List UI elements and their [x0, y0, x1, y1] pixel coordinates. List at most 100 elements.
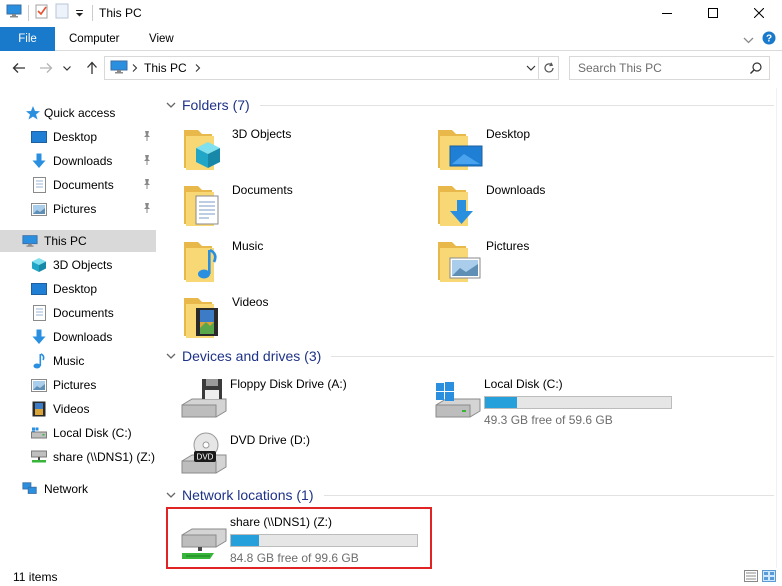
nav-documents[interactable]: Documents	[0, 302, 156, 324]
window-title: This PC	[99, 5, 142, 20]
pin-icon[interactable]	[142, 202, 152, 217]
group-title: Devices and drives (3)	[182, 348, 322, 364]
new-folder-icon[interactable]	[55, 3, 69, 22]
star-icon	[25, 105, 41, 121]
nav-quick-downloads[interactable]: Downloads	[0, 150, 156, 172]
group-divider	[259, 104, 774, 106]
drive-name: Local Disk (C:)	[484, 377, 563, 391]
close-button[interactable]	[736, 0, 782, 25]
pin-icon[interactable]	[142, 154, 152, 169]
collapse-chevron-icon[interactable]	[166, 102, 176, 109]
collapse-chevron-icon[interactable]	[166, 492, 176, 499]
search-box[interactable]	[569, 56, 770, 80]
minimize-button[interactable]	[644, 0, 690, 25]
content-right-border	[776, 88, 777, 568]
nav-share-z[interactable]: share (\\DNS1) (Z:)	[0, 446, 156, 468]
pin-icon[interactable]	[142, 130, 152, 145]
drive-floppy-a[interactable]: Floppy Disk Drive (A:)	[180, 375, 430, 427]
address-dropdown-icon[interactable]	[526, 61, 536, 75]
group-divider	[331, 355, 774, 357]
nav-label: Documents	[53, 306, 114, 320]
nav-label: Local Disk (C:)	[53, 426, 132, 440]
search-icon[interactable]	[749, 61, 763, 78]
recent-locations-button[interactable]	[61, 59, 73, 77]
folder-music-icon	[184, 242, 217, 282]
nav-label: Quick access	[44, 106, 116, 120]
folder-music[interactable]: Music	[182, 236, 432, 288]
file-explorer-window: This PC File Computer View ? This PC Sea…	[0, 0, 782, 586]
drive-icon	[31, 425, 47, 441]
breadcrumb-separator-icon[interactable]	[132, 61, 138, 75]
folder-downloads-icon	[438, 186, 473, 226]
nav-desktop[interactable]: Desktop	[0, 278, 156, 300]
tab-computer[interactable]: Computer	[69, 27, 120, 51]
pin-icon[interactable]	[142, 178, 152, 193]
status-bar: 11 items	[0, 568, 782, 586]
picture-icon	[31, 201, 47, 217]
nav-network[interactable]: Network	[0, 478, 156, 500]
folder-downloads[interactable]: Downloads	[436, 180, 686, 232]
nav-label: Pictures	[53, 202, 97, 216]
breadcrumb-this-pc[interactable]: This PC	[144, 61, 187, 75]
folder-desktop[interactable]: Desktop	[436, 124, 686, 176]
highlight-box	[166, 507, 432, 569]
back-button[interactable]	[10, 59, 28, 77]
folder-desktop-icon	[438, 130, 483, 170]
refresh-button[interactable]	[538, 57, 558, 79]
address-bar[interactable]: This PC	[104, 56, 559, 80]
nav-local-disk-c[interactable]: Local Disk (C:)	[0, 422, 156, 444]
folder-documents[interactable]: Documents	[182, 180, 432, 232]
drive-dvd-d[interactable]: DVD DVD Drive (D:)	[180, 431, 430, 483]
help-icon[interactable]: ?	[762, 31, 776, 48]
breadcrumb-chevron-icon[interactable]	[195, 61, 201, 75]
cube-icon	[31, 257, 47, 273]
customize-toolbar-icon[interactable]	[75, 6, 84, 20]
drive-free-space: 49.3 GB free of 59.6 GB	[484, 413, 613, 427]
nav-this-pc[interactable]: This PC	[0, 230, 156, 252]
tab-file[interactable]: File	[0, 27, 55, 51]
drive-local-disk-c[interactable]: Local Disk (C:) 49.3 GB free of 59.6 GB	[434, 375, 684, 427]
svg-text:DVD: DVD	[197, 453, 214, 462]
nav-quick-access[interactable]: Quick access	[0, 102, 156, 124]
desktop-icon	[31, 129, 47, 145]
nav-3d-objects[interactable]: 3D Objects	[0, 254, 156, 276]
picture-icon	[31, 377, 47, 393]
nav-label: Desktop	[53, 130, 98, 144]
nav-videos[interactable]: Videos	[0, 398, 156, 420]
nav-quick-pictures[interactable]: Pictures	[0, 198, 156, 220]
group-header-devices[interactable]: Devices and drives (3)	[166, 345, 774, 367]
folder-pictures[interactable]: Pictures	[436, 236, 686, 288]
nav-quick-desktop[interactable]: Desktop	[0, 126, 156, 148]
tab-view[interactable]: View	[149, 27, 174, 51]
this-pc-icon[interactable]	[6, 4, 22, 21]
large-icons-view-icon[interactable]	[762, 570, 776, 585]
nav-music[interactable]: Music	[0, 350, 156, 372]
nav-pictures[interactable]: Pictures	[0, 374, 156, 396]
nav-quick-documents[interactable]: Documents	[0, 174, 156, 196]
nav-label: This PC	[44, 234, 87, 248]
folder-3d-objects[interactable]: 3D Objects	[182, 124, 432, 176]
nav-label: share (\\DNS1) (Z:)	[53, 450, 156, 464]
folder-name: Music	[232, 239, 264, 253]
quick-access-toolbar	[6, 3, 84, 22]
item-count: 11 items	[13, 570, 58, 584]
windows-drive-icon	[435, 382, 481, 418]
forward-button[interactable]	[37, 59, 55, 77]
title-bar: This PC	[0, 0, 782, 25]
search-input[interactable]	[570, 57, 740, 79]
content-pane: Folders (7) 3D Objects Desktop Documents	[160, 88, 776, 568]
nav-downloads[interactable]: Downloads	[0, 326, 156, 348]
maximize-button[interactable]	[690, 0, 736, 25]
group-header-folders[interactable]: Folders (7)	[166, 94, 774, 116]
nav-label: Pictures	[53, 378, 97, 392]
network-drive-icon	[31, 449, 47, 465]
details-view-icon[interactable]	[744, 570, 758, 585]
address-row: This PC	[0, 55, 782, 82]
folder-videos[interactable]: Videos	[182, 292, 432, 344]
view-buttons	[744, 570, 776, 585]
up-button[interactable]	[83, 59, 101, 77]
collapse-chevron-icon[interactable]	[166, 353, 176, 360]
properties-icon[interactable]	[35, 4, 49, 22]
expand-ribbon-icon[interactable]	[743, 33, 754, 47]
group-header-network[interactable]: Network locations (1)	[166, 484, 774, 506]
